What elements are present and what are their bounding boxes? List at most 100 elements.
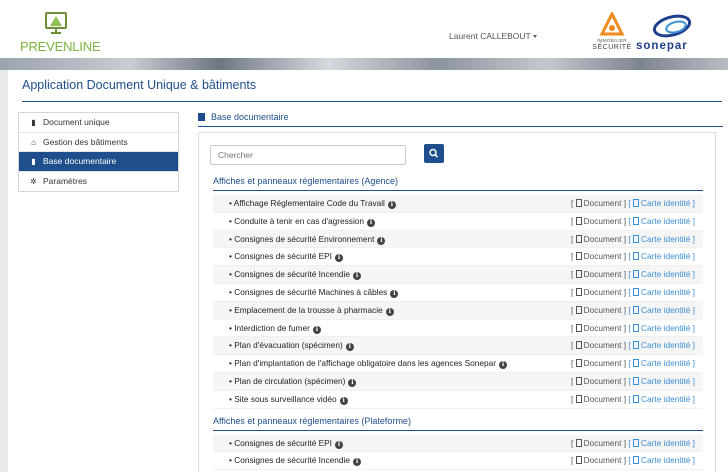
document-link[interactable]: Document	[575, 305, 621, 315]
info-icon[interactable]: i	[312, 325, 321, 334]
carte-identite-link[interactable]: [ Carte identité ]	[628, 438, 695, 448]
list-item: • Emplacement de la trousse à pharmacie i…	[213, 301, 703, 320]
document-link[interactable]: Document	[575, 455, 621, 465]
bullet: •	[229, 322, 232, 333]
carte-identite-link[interactable]: [ Carte identité ]	[628, 216, 695, 226]
carte-identite-link[interactable]: [ Carte identité ]	[628, 394, 695, 404]
carte-identite-link[interactable]: [ Carte identité ]	[628, 358, 695, 368]
list-item: • Consignes de sécurité EPI i[ Document ]…	[213, 248, 703, 267]
sonepar-logo-mark	[652, 14, 692, 38]
document-link-label: Document	[583, 215, 622, 226]
bullet: •	[229, 286, 232, 297]
file-icon	[575, 270, 582, 279]
sidebar-item-gestion-des-b-timents[interactable]: ⌂ Gestion des bâtiments	[19, 133, 178, 152]
header-banner	[0, 58, 728, 70]
document-link-label: Document	[583, 322, 622, 333]
prevenline-logo[interactable]: PREVENLINE	[18, 8, 108, 54]
sidebar-item-label: Document unique	[43, 117, 110, 127]
carte-identite-link[interactable]: [ Carte identité ]	[628, 340, 695, 350]
title-divider	[22, 101, 722, 102]
document-link[interactable]: Document	[575, 437, 622, 448]
info-icon[interactable]: i	[345, 343, 354, 352]
info-icon[interactable]: i	[353, 272, 361, 281]
carte-link-label: Carte identité	[641, 455, 691, 466]
bullet: •	[229, 251, 232, 262]
sidebar-item-param-tres[interactable]: ✲ Paramètres	[19, 172, 178, 192]
info-icon[interactable]: i	[353, 458, 361, 467]
top-header: PREVENLINE Laurent CALLEBOUT IMMOBILIER …	[0, 0, 728, 60]
file-icon	[575, 216, 582, 225]
carte-identite-link[interactable]: [ Carte identité ]	[628, 251, 695, 261]
file-edit-icon	[633, 252, 640, 261]
document-link[interactable]: Document	[575, 322, 622, 333]
file-icon	[575, 394, 582, 403]
carte-identite-link[interactable]: [ Carte identité ]	[628, 455, 695, 465]
search-button[interactable]	[424, 144, 444, 163]
info-icon[interactable]: i	[390, 289, 399, 298]
info-icon[interactable]: i	[348, 378, 357, 387]
document-title: Emplacement de la trousse à pharmacie	[234, 304, 383, 315]
sidebar: ▮ Document unique ⌂ Gestion des bâtiments ▮ B…	[18, 112, 179, 192]
sidebar-item-document-unique[interactable]: ▮ Document unique	[19, 113, 178, 133]
document-link[interactable]: Document	[575, 269, 622, 280]
document-title: Affichage Réglementaire Code du Travail	[233, 198, 385, 208]
bullet: •	[229, 233, 232, 244]
sidebar-item-base-documentaire[interactable]: ▮ Base documentaire	[19, 152, 178, 172]
list-item: • Conduite à tenir en cas d'agression i [ …	[213, 213, 703, 231]
section-title-text: Base documentaire	[211, 112, 289, 122]
document-link[interactable]: Document	[575, 340, 622, 351]
carte-identite-link[interactable]: [ Carte identité ]	[628, 376, 695, 386]
carte-identite-link[interactable]: [ Carte identité ]	[628, 287, 695, 297]
file-icon	[575, 323, 582, 332]
document-link-label: Document	[583, 340, 622, 351]
list-item: • Consignes de sécurité Incendie i[ Docum…	[213, 452, 703, 471]
info-icon[interactable]: i	[387, 201, 396, 209]
document-link[interactable]: Document	[575, 286, 622, 297]
document-title: Plan d'évacuation (spécimen)	[234, 340, 343, 351]
document-link-label: Document	[583, 437, 622, 448]
info-icon[interactable]: i	[339, 396, 348, 405]
carte-identite-link[interactable]: [ Carte identité ]	[628, 305, 695, 315]
section-title: Base documentaire	[198, 112, 289, 122]
document-title: Site sous surveillance vidéo	[234, 393, 337, 404]
carte-identite-link[interactable]: [ Carte identité ]	[628, 198, 695, 208]
list-item: • Consignes de sécurité Incendie i[ Docum…	[213, 266, 703, 284]
document-link[interactable]: Document	[575, 251, 622, 262]
bullet: •	[229, 215, 232, 226]
list-item: • Consignes de sécurité Environnement i [ …	[213, 230, 703, 249]
file-icon	[575, 252, 582, 261]
carte-identite-link[interactable]: [ Carte identité ]	[628, 234, 695, 244]
document-link[interactable]: Document	[575, 198, 622, 208]
sonepar-logo: sonepar	[636, 14, 716, 56]
file-icon: ▮	[31, 118, 36, 127]
file-edit-icon	[633, 438, 640, 447]
document-link-label: Document	[583, 269, 622, 280]
carte-identite-link[interactable]: [ Carte identité ]	[628, 269, 695, 279]
document-link-label: Document	[583, 198, 622, 208]
app-title: Application Document Unique & bâtiments	[22, 78, 257, 92]
document-link[interactable]: Document	[575, 376, 621, 386]
info-icon[interactable]: i	[367, 218, 376, 227]
file-edit-icon	[633, 341, 640, 350]
info-icon[interactable]: i	[499, 361, 508, 370]
info-icon[interactable]: i	[335, 440, 343, 449]
info-icon[interactable]: i	[385, 307, 394, 316]
document-title: Plan de circulation (spécimen)	[234, 375, 346, 386]
document-link-label: Document	[583, 251, 622, 262]
document-link[interactable]: Document	[575, 234, 621, 244]
carte-identite-link[interactable]: [ Carte identité ]	[628, 323, 695, 333]
file-edit-icon	[633, 323, 640, 332]
info-icon[interactable]: i	[335, 254, 343, 263]
sidebar-item-label: Base documentaire	[43, 156, 117, 166]
search-input[interactable]	[210, 145, 406, 165]
group-title: Affiches et panneaux réglementaires (Pla…	[213, 416, 703, 431]
document-link[interactable]: Document	[575, 358, 621, 368]
info-icon[interactable]: i	[377, 236, 386, 245]
list-item: • Consignes de sécurité Machines à câble…	[213, 284, 703, 302]
user-menu[interactable]: Laurent CALLEBOUT	[449, 31, 537, 41]
document-list-box: Affiches et panneaux réglementaires (Age…	[198, 132, 716, 472]
search-icon	[429, 148, 439, 158]
document-link[interactable]: Document	[575, 215, 622, 226]
document-link-label: Document	[583, 286, 622, 297]
document-link[interactable]: Document	[575, 394, 621, 404]
